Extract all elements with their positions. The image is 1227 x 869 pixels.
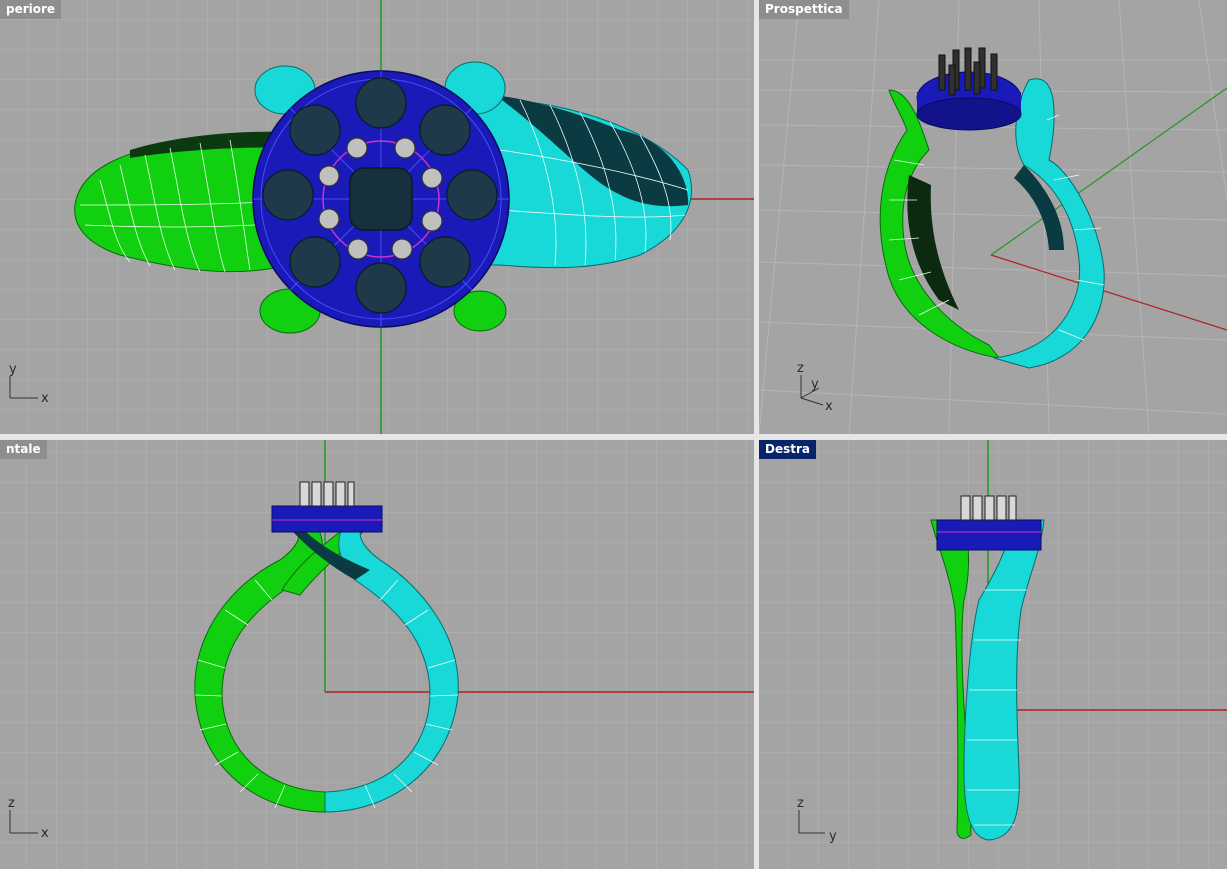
stone-setting-bezel xyxy=(936,519,1042,551)
axis-label-horizontal: x xyxy=(41,826,49,841)
axis-label-vertical: y xyxy=(9,362,17,377)
viewport-top[interactable]: y x periore xyxy=(0,0,754,434)
viewport-top-canvas[interactable]: y x xyxy=(0,0,754,434)
viewport-title[interactable]: ntale xyxy=(0,440,47,459)
viewport-title[interactable]: Prospettica xyxy=(759,0,849,19)
axis-label-vertical: y xyxy=(811,377,819,392)
viewport-front-canvas[interactable]: z x xyxy=(0,440,754,869)
viewport-title[interactable]: Destra xyxy=(759,440,816,459)
viewport-perspective-canvas[interactable]: z y x xyxy=(759,0,1227,434)
viewport-perspective[interactable]: z y x Prospettica xyxy=(759,0,1227,434)
axis-label-vertical: z xyxy=(8,796,15,811)
viewport-right-canvas[interactable]: z y xyxy=(759,440,1227,869)
axis-label-horizontal: y xyxy=(829,829,837,844)
viewport-separator-horizontal[interactable] xyxy=(0,434,1227,440)
viewport-title[interactable]: periore xyxy=(0,0,62,19)
axis-label-horizontal: x xyxy=(825,399,833,414)
axis-label-vertical: z xyxy=(797,796,804,811)
axis-label-horizontal: x xyxy=(41,391,49,406)
viewport-front[interactable]: z x ntale xyxy=(0,440,754,869)
stone-setting-bezel xyxy=(271,505,383,533)
viewport-right[interactable]: z y Destra xyxy=(759,440,1227,869)
axis-label-z: z xyxy=(797,361,804,376)
stone-setting-bezel xyxy=(252,70,510,328)
